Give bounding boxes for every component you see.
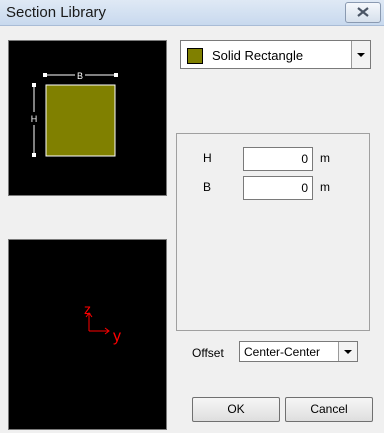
section-type-arrow[interactable]	[351, 41, 370, 68]
dim-b-label: B	[77, 71, 83, 81]
title-bar: Section Library	[0, 0, 384, 26]
close-icon	[357, 7, 369, 17]
window-title: Section Library	[6, 4, 107, 21]
section-color-swatch	[187, 48, 203, 64]
cancel-button[interactable]: Cancel	[285, 397, 373, 422]
section-type-dropdown[interactable]: Solid Rectangle	[180, 40, 371, 69]
section-drawing: B H	[29, 68, 118, 157]
chevron-down-icon	[357, 53, 365, 57]
axis-y-label: y	[113, 328, 121, 345]
b-input[interactable]: 0	[243, 176, 313, 200]
offset-value: Center-Center	[244, 345, 321, 359]
offset-arrow[interactable]	[338, 342, 357, 361]
param-unit-b: m	[320, 180, 330, 194]
close-button[interactable]	[345, 2, 381, 23]
param-unit-h: m	[320, 151, 330, 165]
h-input[interactable]: 0	[243, 147, 313, 171]
dim-h-label: H	[31, 114, 38, 124]
axis-view: z y	[8, 239, 167, 430]
param-label-b: B	[203, 180, 212, 194]
offset-dropdown[interactable]: Center-Center	[239, 341, 358, 362]
section-preview: B H	[8, 40, 167, 196]
param-label-h: H	[203, 151, 212, 165]
parameters-group: H 0 m B 0 m	[176, 133, 370, 331]
offset-label: Offset	[192, 346, 224, 360]
section-type-value: Solid Rectangle	[212, 48, 304, 63]
chevron-down-icon	[344, 350, 352, 354]
axis-drawing: z y	[84, 301, 121, 345]
axis-z-label: z	[84, 301, 91, 317]
ok-button[interactable]: OK	[192, 397, 280, 422]
rectangle-section-shape	[45, 84, 116, 157]
